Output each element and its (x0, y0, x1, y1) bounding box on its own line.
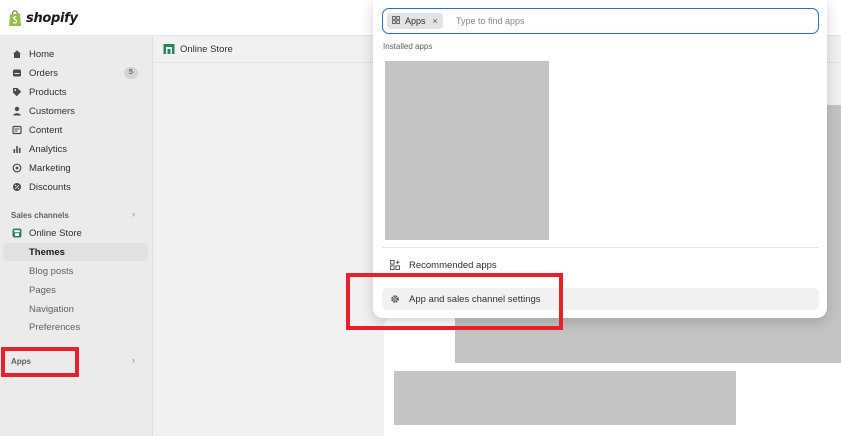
sales-channels-heading: Sales channels (11, 211, 69, 220)
online-store-icon (12, 228, 22, 238)
sidebar-item-discounts[interactable]: Discounts (3, 178, 148, 196)
apps-plus-icon (390, 260, 402, 270)
shopify-bag-icon (8, 9, 22, 27)
discount-icon (12, 182, 22, 192)
annotation-highlight-settings (346, 273, 563, 330)
sidebar-item-content[interactable]: Content (3, 121, 148, 139)
apps-grid-icon (392, 16, 400, 26)
content-placeholder-block (394, 371, 736, 425)
sidebar-item-home[interactable]: Home (3, 45, 148, 63)
apps-chip-label: Apps (405, 16, 426, 26)
person-icon (12, 106, 22, 116)
sidebar-sub-preferences[interactable]: Preferences (3, 318, 148, 336)
content-icon (12, 125, 22, 135)
page-title: Online Store (180, 44, 233, 55)
sidebar-item-customers[interactable]: Customers (3, 102, 148, 120)
annotation-highlight-apps (1, 347, 79, 377)
sidebar-item-products[interactable]: Products (3, 83, 148, 101)
sidebar-sub-blog-posts[interactable]: Blog posts (3, 262, 148, 280)
orders-icon (12, 68, 22, 78)
apps-filter-chip[interactable]: Apps × (387, 13, 443, 29)
installed-apps-placeholder (385, 61, 549, 240)
dropdown-divider (382, 247, 819, 248)
sidebar-item-online-store[interactable]: Online Store (3, 224, 148, 242)
apps-search-box[interactable]: Apps × (382, 8, 819, 34)
target-icon (12, 163, 22, 173)
sidebar-item-orders[interactable]: Home Orders 5 (3, 64, 148, 82)
chevron-right-icon[interactable]: › (132, 355, 135, 365)
online-store-header-icon (163, 43, 175, 55)
tag-icon (12, 87, 22, 97)
bar-chart-icon (12, 144, 22, 154)
sidebar-item-analytics[interactable]: Analytics (3, 140, 148, 158)
sidebar-sub-navigation[interactable]: Navigation (3, 300, 148, 318)
orders-count-badge: 5 (124, 67, 138, 79)
apps-search-input[interactable] (456, 13, 806, 29)
sidebar-sub-pages[interactable]: Pages (3, 281, 148, 299)
shopify-logo[interactable]: shopify (8, 8, 78, 28)
home-icon (12, 49, 22, 59)
logo-text: shopify (26, 10, 78, 26)
chevron-right-icon[interactable]: › (132, 209, 135, 219)
installed-apps-heading: Installed apps (383, 42, 433, 51)
close-icon[interactable]: × (433, 16, 438, 26)
apps-search-dropdown: Apps × Installed apps Recommended apps A… (373, 0, 827, 318)
sidebar-sub-themes[interactable]: Themes (3, 243, 148, 261)
sidebar-item-marketing[interactable]: Marketing (3, 159, 148, 177)
